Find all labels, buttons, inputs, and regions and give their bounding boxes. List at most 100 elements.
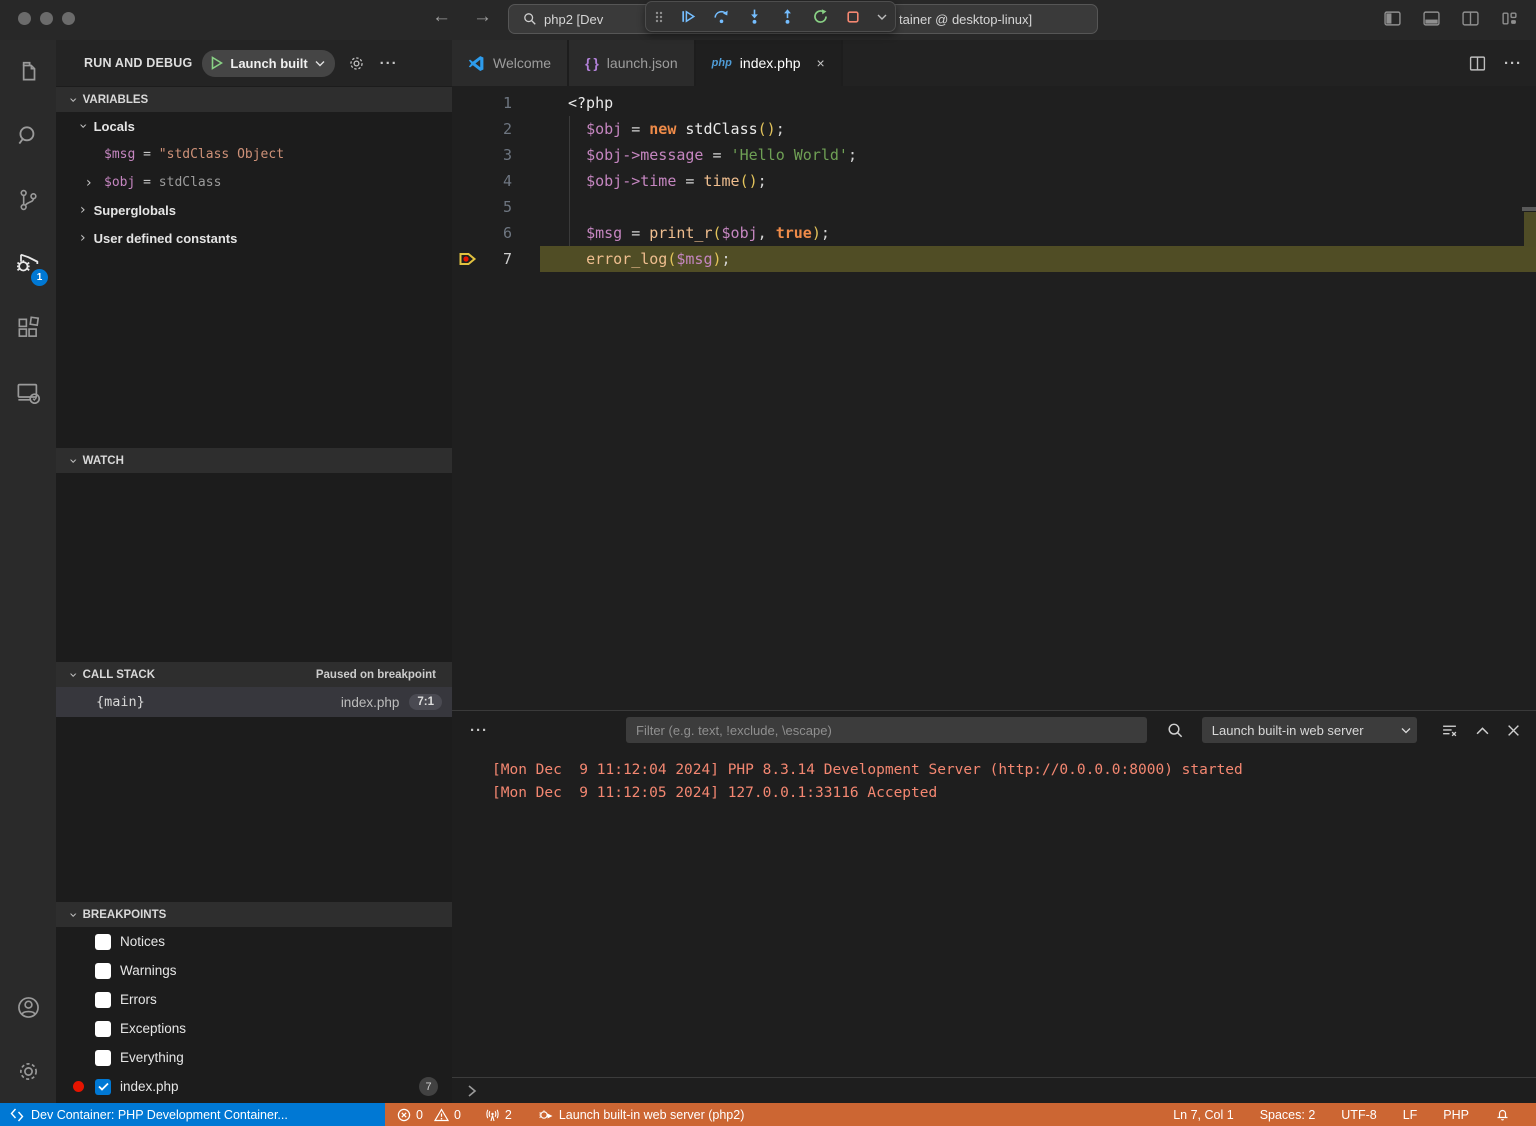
breakpoint-row[interactable]: Warnings (56, 956, 452, 985)
explorer-icon[interactable] (0, 40, 56, 104)
debug-repl-input[interactable] (452, 1077, 1536, 1103)
breakpoint-checkbox[interactable] (95, 1079, 111, 1095)
editor-gutter[interactable]: 7 (452, 246, 540, 272)
breakpoint-red-dot (73, 1081, 84, 1092)
clear-console-icon[interactable] (1441, 722, 1458, 739)
editor-gutter[interactable]: 1 (452, 90, 540, 116)
code-text: $obj = new stdClass(); (540, 120, 785, 138)
step-into-icon[interactable] (746, 8, 763, 25)
cursor-position[interactable]: Ln 7, Col 1 (1173, 1108, 1233, 1122)
debug-session-indicator[interactable]: Launch built-in web server (php2) (538, 1107, 745, 1122)
breakpoint-checkbox[interactable] (95, 992, 111, 1008)
paused-breakpoint-arrow-icon (458, 250, 477, 268)
breakpoint-row[interactable]: Notices (56, 927, 452, 956)
go-forward-button[interactable]: → (473, 6, 492, 28)
variable-row[interactable]: $msg = "stdClass Object (56, 140, 452, 168)
toggle-panel-icon[interactable] (1423, 10, 1440, 27)
code-line-5[interactable]: 5 (452, 194, 1536, 220)
restart-icon[interactable] (812, 8, 829, 25)
extensions-icon[interactable] (0, 296, 56, 360)
settings-gear-icon[interactable] (0, 1039, 56, 1103)
more-editor-actions-icon[interactable]: ··· (1504, 55, 1522, 72)
indentation-setting[interactable]: Spaces: 2 (1260, 1108, 1316, 1122)
chevron-down-icon[interactable] (877, 13, 887, 21)
panel-overflow-tabs-icon[interactable]: ··· (470, 722, 488, 739)
grip-icon[interactable] (654, 9, 664, 25)
radio-tower-icon (485, 1108, 500, 1122)
variables-group-row[interactable]: ›Superglobals (56, 196, 452, 224)
step-over-icon[interactable] (713, 8, 730, 25)
breakpoint-checkbox[interactable] (95, 934, 111, 950)
split-editor-icon[interactable] (1469, 55, 1486, 72)
breakpoint-row[interactable]: Exceptions (56, 1014, 452, 1043)
code-line-6[interactable]: 6 $msg = print_r($obj, true); (452, 220, 1536, 246)
scrollbar-slider[interactable] (1522, 207, 1536, 211)
problems-indicator[interactable]: 0 0 (397, 1108, 461, 1122)
breakpoint-row[interactable]: Everything (56, 1043, 452, 1072)
code-line-7[interactable]: 7 error_log($msg); (452, 246, 1536, 272)
toggle-secondary-sidebar-icon[interactable] (1462, 10, 1479, 27)
remote-explorer-icon[interactable] (0, 360, 56, 424)
close-tab-icon[interactable]: × (817, 55, 825, 71)
call-stack-section-body: {main} index.php 7:1 (56, 687, 452, 901)
console-filter-input[interactable] (626, 717, 1147, 743)
customize-layout-icon[interactable] (1501, 10, 1518, 27)
source-control-icon[interactable] (0, 168, 56, 232)
ports-indicator[interactable]: 2 (485, 1108, 512, 1122)
editor-gutter[interactable]: 4 (452, 168, 540, 194)
breakpoint-line-badge: 7 (419, 1077, 438, 1096)
remote-indicator[interactable]: Dev Container: PHP Development Container… (0, 1103, 385, 1126)
encoding-setting[interactable]: UTF-8 (1341, 1108, 1376, 1122)
variables-group-row[interactable]: ›Locals (56, 112, 452, 140)
go-back-button[interactable]: ← (432, 6, 451, 28)
step-out-icon[interactable] (779, 8, 796, 25)
breakpoint-checkbox[interactable] (95, 1050, 111, 1066)
code-line-2[interactable]: 2 $obj = new stdClass(); (452, 116, 1536, 142)
editor-gutter[interactable]: 5 (452, 194, 540, 220)
close-panel-icon[interactable] (1507, 724, 1520, 737)
minimize-window-button[interactable] (40, 12, 53, 25)
editor-gutter[interactable]: 3 (452, 142, 540, 168)
chevron-right-icon (466, 1084, 478, 1098)
search-icon[interactable] (0, 104, 56, 168)
stop-icon[interactable] (845, 9, 861, 25)
breakpoint-checkbox[interactable] (95, 1021, 111, 1037)
toggle-sidebar-icon[interactable] (1384, 10, 1401, 27)
code-editor[interactable]: 1<?php2 $obj = new stdClass();3 $obj->me… (452, 86, 1536, 710)
tab-launch-json[interactable]: { } launch.json (569, 40, 696, 86)
run-and-debug-icon[interactable]: 1 (0, 232, 56, 296)
breakpoint-row[interactable]: index.php7 (56, 1072, 452, 1101)
watch-section-header[interactable]: ›WATCH (56, 447, 452, 473)
variables-group-label: User defined constants (94, 231, 238, 246)
variables-group-row[interactable]: ›User defined constants (56, 224, 452, 252)
code-line-4[interactable]: 4 $obj->time = time(); (452, 168, 1536, 194)
settings-gear-icon[interactable] (347, 54, 366, 73)
stack-frame-row[interactable]: {main} index.php 7:1 (56, 687, 452, 717)
more-actions-icon[interactable]: ··· (380, 55, 398, 72)
launch-configuration-button[interactable]: Launch built (202, 50, 334, 77)
debug-session-select[interactable]: Launch built-in web server (1202, 717, 1417, 743)
language-mode[interactable]: PHP (1443, 1108, 1469, 1122)
breakpoint-checkbox[interactable] (95, 963, 111, 979)
code-line-3[interactable]: 3 $obj->message = 'Hello World'; (452, 142, 1536, 168)
eol-setting[interactable]: LF (1403, 1108, 1418, 1122)
variables-section-header[interactable]: ›VARIABLES (56, 86, 452, 112)
close-window-button[interactable] (18, 12, 31, 25)
code-line-1[interactable]: 1<?php (452, 90, 1536, 116)
variable-row[interactable]: ›$obj = stdClass (56, 168, 452, 196)
editor-gutter[interactable]: 2 (452, 116, 540, 142)
zoom-window-button[interactable] (62, 12, 75, 25)
breakpoints-section-header[interactable]: ›BREAKPOINTS (56, 901, 452, 927)
notifications-bell-icon[interactable] (1495, 1107, 1510, 1122)
breakpoints-section-body: NoticesWarningsErrors Exceptions Everythin… (56, 927, 452, 1103)
accounts-icon[interactable] (0, 975, 56, 1039)
breakpoint-row[interactable]: Errors (56, 985, 452, 1014)
tab-welcome[interactable]: Welcome (452, 40, 569, 86)
editor-gutter[interactable]: 6 (452, 220, 540, 246)
breakpoint-label: Exceptions (120, 1021, 186, 1036)
call-stack-section-header[interactable]: ›CALL STACK Paused on breakpoint (56, 661, 452, 687)
tab-index-php[interactable]: php index.php × (696, 40, 843, 86)
code-text: $msg = print_r($obj, true); (540, 224, 830, 242)
maximize-panel-icon[interactable] (1476, 726, 1489, 735)
continue-icon[interactable] (680, 8, 697, 25)
